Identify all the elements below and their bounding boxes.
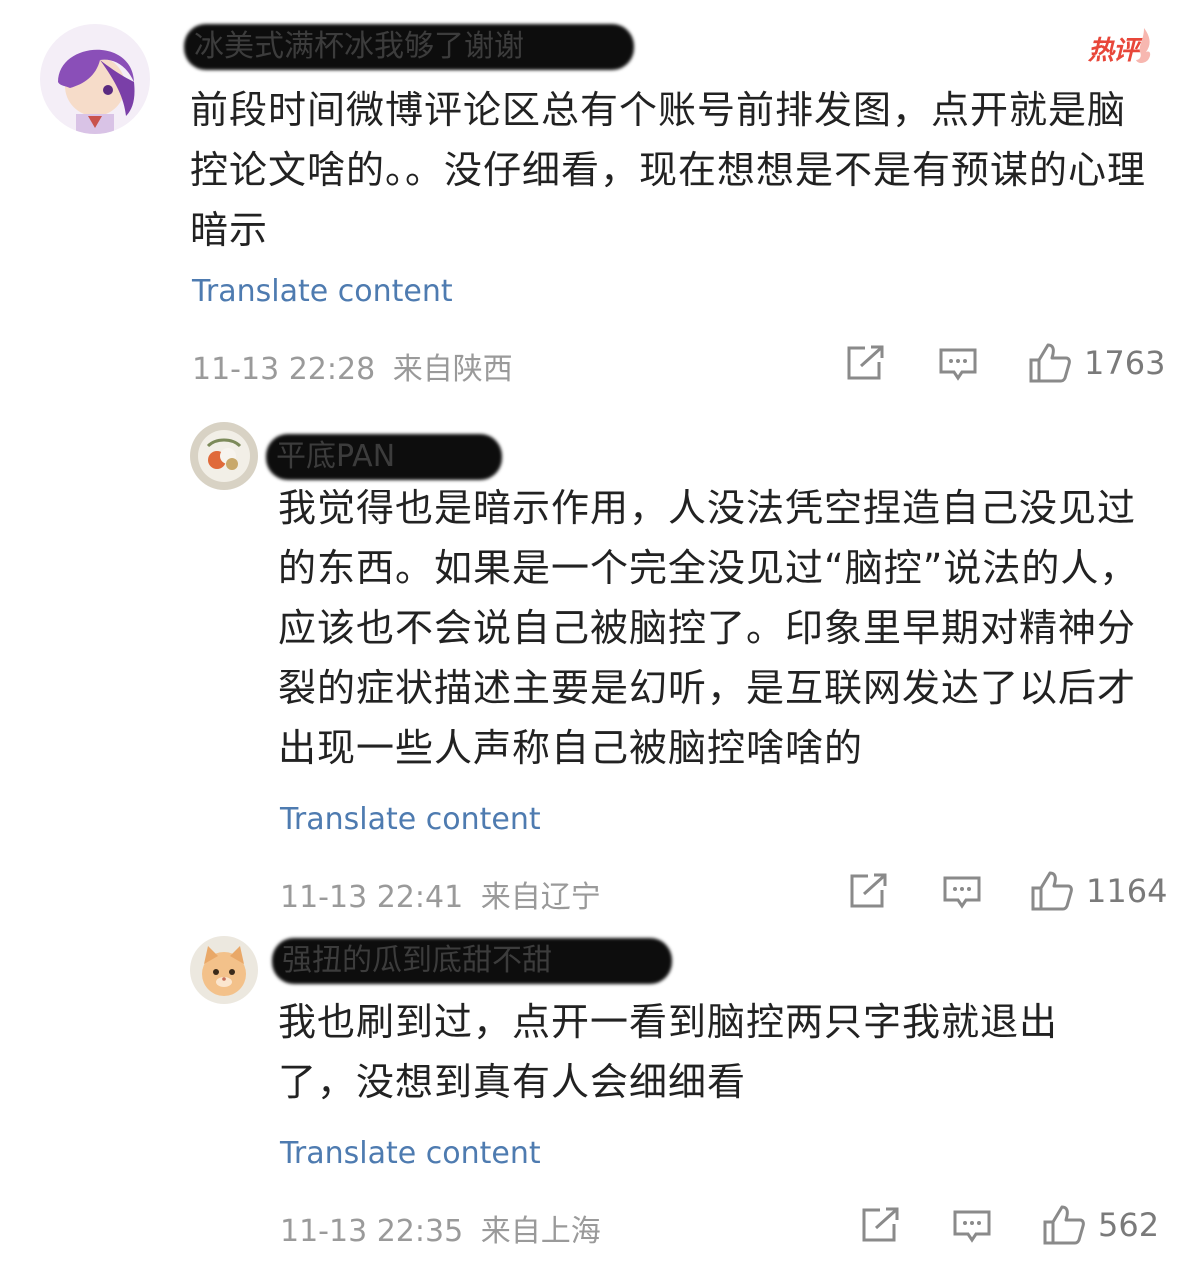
hot-badge-label: 热评 — [1088, 36, 1139, 66]
comment-icon — [953, 1210, 991, 1243]
like-count: 1763 — [1084, 344, 1166, 382]
share-button[interactable] — [848, 872, 888, 910]
comment-location: 来自上海 — [480, 1214, 601, 1249]
comment-text: 前段时间微博评论区总有个账号前排发图，点开就是脑控论文啥的。。没仔细看，现在想想… — [190, 88, 1147, 252]
comment-text: 我也刷到过，点开一看到脑控两只字我就退出了，没想到真有人会细细看 — [278, 1000, 1059, 1104]
username[interactable]: 平底PAN — [266, 432, 502, 482]
comment-time: 11-13 22:28 — [192, 352, 376, 387]
comment-time: 11-13 22:41 — [280, 880, 464, 915]
username[interactable]: 强扭的瓜到底甜不甜 — [272, 936, 672, 986]
thumbs-up-icon — [1031, 871, 1073, 911]
share-icon — [862, 1207, 899, 1242]
like-button[interactable]: 1164 — [1030, 870, 1167, 912]
comment-text: 我觉得也是暗示作用，人没法凭空捏造自己没见过的东西。如果是一个完全没见过“脑控”… — [278, 486, 1139, 770]
comment-meta: 11-13 22:41 来自辽宁 — [280, 872, 601, 916]
flame-icon — [1136, 28, 1151, 63]
share-icon — [850, 873, 887, 908]
reply-button[interactable] — [942, 874, 982, 912]
avatar-image — [190, 422, 258, 490]
comment-location: 来自陕西 — [392, 352, 513, 387]
share-button[interactable] — [860, 1206, 900, 1244]
thumbs-up-icon — [1029, 343, 1071, 383]
comment-2: 平底PAN 我觉得也是暗示作用，人没法凭空捏造自己没见过的东西。如果是一个完全没… — [0, 400, 1200, 920]
hot-comment-badge: 热评 — [1088, 26, 1154, 70]
comment-location: 来自辽宁 — [480, 880, 601, 915]
comment-icon — [939, 348, 977, 381]
reply-button[interactable] — [938, 346, 978, 384]
avatar[interactable] — [40, 24, 150, 134]
share-icon — [847, 345, 884, 380]
like-count: 1164 — [1086, 872, 1168, 910]
translate-link[interactable]: Translate content — [280, 1136, 541, 1171]
translate-link[interactable]: Translate content — [280, 802, 541, 837]
reply-button[interactable] — [952, 1208, 992, 1246]
comment-meta: 11-13 22:28 来自陕西 — [192, 344, 513, 388]
comment-icon — [943, 876, 981, 909]
share-button[interactable] — [845, 344, 885, 382]
avatar[interactable] — [190, 422, 258, 490]
comment-3: 强扭的瓜到底甜不甜 我也刷到过，点开一看到脑控两只字我就退出了，没想到真有人会细… — [0, 920, 1200, 1281]
avatar[interactable] — [190, 936, 258, 1004]
like-button[interactable]: 1763 — [1028, 342, 1165, 384]
like-count: 562 — [1098, 1206, 1160, 1244]
comment-meta: 11-13 22:35 来自上海 — [280, 1206, 601, 1250]
like-button[interactable]: 562 — [1042, 1204, 1159, 1246]
comment-time: 11-13 22:35 — [280, 1214, 464, 1249]
avatar-image — [190, 936, 258, 1004]
username[interactable]: 冰美式满杯冰我够了谢谢 — [184, 22, 634, 72]
translate-link[interactable]: Translate content — [192, 274, 453, 309]
avatar-image — [40, 24, 150, 134]
comment-1: 冰美式满杯冰我够了谢谢 热评 前段时间微博评论区总有个账号前排发图，点开就是脑控… — [0, 0, 1200, 400]
thumbs-up-icon — [1043, 1205, 1085, 1245]
